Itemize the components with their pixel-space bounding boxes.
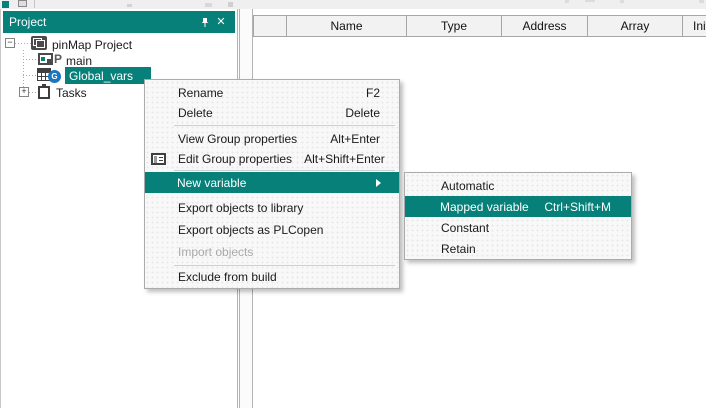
variable-table-header: Name Type Address Array Init bbox=[253, 15, 706, 37]
expander-expand-icon[interactable]: + bbox=[19, 87, 29, 97]
toolbar-fragment bbox=[620, 0, 624, 3]
menu-item-exclude-from-build[interactable]: Exclude from build bbox=[146, 267, 398, 287]
toolbar-fragment bbox=[205, 3, 212, 7]
shortcut-label: Ctrl+Shift+M bbox=[544, 200, 611, 214]
shortcut-label: Alt+Shift+Enter bbox=[304, 152, 385, 166]
panel-title: Project bbox=[9, 15, 197, 29]
toolbar-fragment bbox=[18, 0, 27, 7]
global-badge-icon: G bbox=[48, 70, 61, 83]
project-icon bbox=[31, 36, 47, 50]
context-menu: Rename F2 Delete Delete View Group prope… bbox=[144, 79, 400, 289]
pou-type-letter: P bbox=[54, 52, 62, 66]
menu-item-import-objects: Import objects bbox=[146, 242, 398, 262]
new-variable-submenu: Automatic Mapped variable Ctrl+Shift+M C… bbox=[404, 172, 632, 260]
close-icon[interactable]: ✕ bbox=[213, 14, 229, 30]
tree-connector bbox=[29, 92, 37, 93]
menu-separator bbox=[174, 125, 395, 126]
submenu-item-retain[interactable]: Retain bbox=[406, 238, 630, 259]
menu-separator bbox=[174, 170, 395, 171]
column-header-rowselector[interactable] bbox=[254, 16, 287, 36]
program-pou-icon bbox=[38, 53, 53, 65]
menu-item-edit-group-properties[interactable]: Edit Group properties Alt+Shift+Enter bbox=[146, 149, 398, 169]
column-header-array[interactable]: Array bbox=[588, 16, 683, 36]
application-window: Project ✕ − pinMap Project P main G Glob… bbox=[0, 0, 706, 408]
tree-item-tasks[interactable]: Tasks bbox=[56, 85, 87, 101]
menu-item-delete[interactable]: Delete Delete bbox=[146, 103, 398, 123]
toolbar-fragment bbox=[2, 1, 9, 8]
tree-connector bbox=[23, 75, 37, 76]
toolbar-fragment bbox=[585, 0, 595, 2]
menu-item-new-variable[interactable]: New variable bbox=[145, 172, 399, 193]
shortcut-label: Delete bbox=[345, 106, 380, 120]
toolbar-strip bbox=[0, 0, 706, 9]
project-panel-titlebar: Project ✕ bbox=[3, 11, 235, 33]
submenu-item-constant[interactable]: Constant bbox=[406, 217, 630, 238]
pin-icon[interactable] bbox=[197, 14, 213, 30]
menu-item-export-objects-to-library[interactable]: Export objects to library bbox=[146, 198, 398, 218]
menu-item-export-objects-as-plcopen[interactable]: Export objects as PLCopen bbox=[146, 220, 398, 240]
submenu-item-automatic[interactable]: Automatic bbox=[406, 175, 630, 196]
menu-item-rename[interactable]: Rename F2 bbox=[146, 83, 398, 103]
toolbar-fragment bbox=[127, 4, 132, 7]
toolbar-fragment bbox=[699, 0, 704, 3]
submenu-arrow-icon bbox=[376, 179, 381, 187]
menu-separator bbox=[174, 265, 395, 266]
column-header-init[interactable]: Init bbox=[683, 16, 706, 36]
column-header-type[interactable]: Type bbox=[407, 16, 502, 36]
column-header-name[interactable]: Name bbox=[287, 16, 407, 36]
submenu-item-mapped-variable[interactable]: Mapped variable Ctrl+Shift+M bbox=[405, 196, 631, 217]
toolbar-separator bbox=[34, 0, 35, 8]
tasks-clipboard-icon bbox=[38, 86, 50, 99]
toolbar-fragment bbox=[228, 2, 233, 7]
tree-connector bbox=[15, 43, 31, 44]
shortcut-label: Alt+Enter bbox=[330, 132, 380, 146]
column-header-address[interactable]: Address bbox=[502, 16, 588, 36]
toolbar-fragment bbox=[565, 0, 569, 3]
tree-item-project[interactable]: pinMap Project bbox=[52, 37, 132, 53]
tree-item-global-vars[interactable]: Global_vars bbox=[69, 68, 133, 84]
expander-collapse-icon[interactable]: − bbox=[5, 38, 15, 48]
menu-item-view-group-properties[interactable]: View Group properties Alt+Enter bbox=[146, 129, 398, 149]
shortcut-label: F2 bbox=[366, 86, 380, 100]
tree-connector bbox=[23, 59, 37, 60]
